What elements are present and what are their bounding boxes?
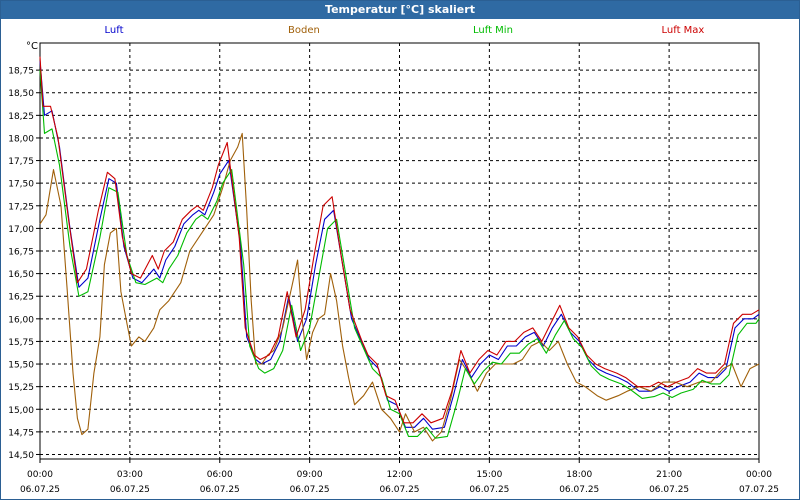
x-tick-time: 00:00 xyxy=(27,470,53,480)
y-tick-label: 15,50 xyxy=(8,361,34,371)
y-tick-label: 14,75 xyxy=(8,428,34,438)
y-tick-label: 18,50 xyxy=(8,89,34,99)
y-tick-label: 18,00 xyxy=(8,134,34,144)
y-tick-label: 15,25 xyxy=(8,383,34,393)
line-chart: 14,50 14,75 15,00 15,25 15,50 15,75 16,00 16,25… xyxy=(8,41,779,495)
y-tick-label: 16,00 xyxy=(8,315,34,325)
x-tick-time: 12:00 xyxy=(387,470,413,480)
x-tick-time: 03:00 xyxy=(117,470,143,480)
x-tick-date: 06.07.25 xyxy=(290,485,330,495)
window-title: Temperatur [°C] skaliert xyxy=(1,1,799,19)
x-tick-date: 07.07.25 xyxy=(739,485,779,495)
x-tick-time: 00:00 xyxy=(746,470,772,480)
x-tick-time: 21:00 xyxy=(656,470,682,480)
x-tick-date: 06.07.25 xyxy=(379,485,419,495)
y-tick-label: 17,00 xyxy=(8,225,34,235)
y-axis-unit: °C xyxy=(26,41,38,52)
y-tick-label: 17,50 xyxy=(8,180,34,190)
y-tick-label: 17,75 xyxy=(8,157,34,167)
x-tick-date: 06.07.25 xyxy=(110,485,150,495)
y-tick-label: 14,50 xyxy=(8,451,34,461)
y-tick-label: 16,25 xyxy=(8,293,34,303)
x-tick-date: 06.07.25 xyxy=(200,485,240,495)
x-tick-date: 06.07.25 xyxy=(649,485,689,495)
x-tick-time: 06:00 xyxy=(207,470,233,480)
y-tick-label: 18,75 xyxy=(8,67,34,77)
y-tick-label: 17,25 xyxy=(8,202,34,212)
y-tick-label: 16,50 xyxy=(8,270,34,280)
x-tick-date: 06.07.25 xyxy=(559,485,599,495)
y-tick-label: 18,25 xyxy=(8,112,34,122)
x-tick-time: 15:00 xyxy=(476,470,502,480)
y-tick-label: 16,75 xyxy=(8,248,34,258)
x-tick-time: 18:00 xyxy=(566,470,592,480)
x-tick-time: 09:00 xyxy=(297,470,323,480)
y-tick-label: 15,75 xyxy=(8,338,34,348)
y-tick-label: 15,00 xyxy=(8,406,34,416)
x-tick-date: 06.07.25 xyxy=(469,485,509,495)
x-tick-date: 06.07.25 xyxy=(20,485,60,495)
chart-window: Temperatur [°C] skaliert Luft Boden Luft M… xyxy=(0,0,800,500)
